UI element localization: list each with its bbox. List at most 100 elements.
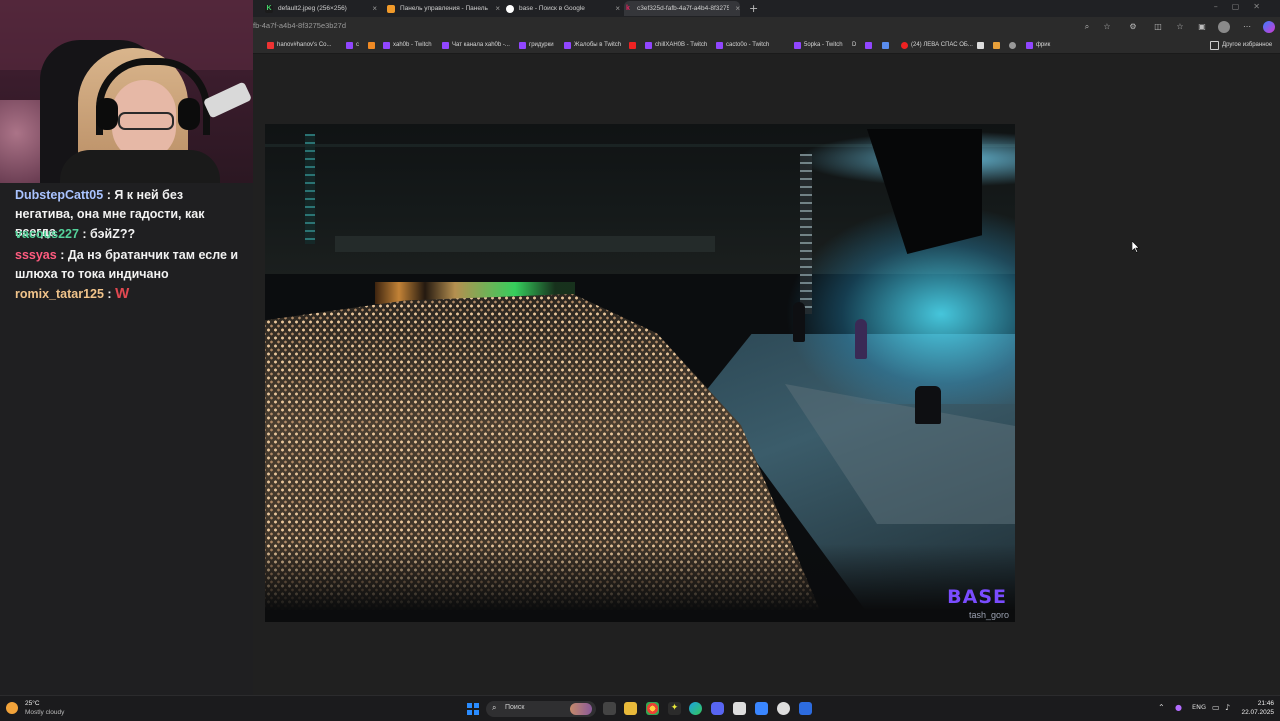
bookmark-item[interactable]	[993, 40, 1003, 50]
bookmark-icon	[716, 41, 723, 49]
volume-icon[interactable]: ♪	[1225, 703, 1230, 712]
profile-avatar[interactable]	[1218, 21, 1230, 33]
copilot-icon[interactable]	[1263, 21, 1275, 33]
orange-page-icon	[387, 4, 395, 13]
start-button-icon[interactable]	[467, 703, 479, 715]
concert-photo[interactable]: BASE tash_goro	[265, 124, 1015, 622]
tab-title: Панель управления - Панель у...	[400, 5, 490, 12]
photo-musician	[793, 302, 805, 342]
mic-icon[interactable]: ●	[1175, 703, 1182, 712]
bookmark-item[interactable]: Жалобы в Twitch	[564, 40, 621, 50]
window-app-icon[interactable]	[799, 702, 812, 715]
bookmark-item[interactable]: cacto0o - Twitch	[716, 40, 769, 50]
bookmark-item[interactable]: с	[346, 40, 359, 50]
url-field[interactable]: fb-4a7f-a4b4-8f3275e3b27d	[253, 21, 346, 30]
bookmark-item[interactable]: chillXAH0B - Twitch	[645, 40, 707, 50]
bookmark-item[interactable]: 5opka - Twitch	[794, 40, 843, 50]
folder-icon	[1210, 40, 1219, 50]
favorite-star-icon[interactable]: ☆	[1101, 21, 1113, 33]
split-screen-icon[interactable]: ◫	[1152, 21, 1164, 33]
windows-taskbar: 25°C Mostly cloudy ⌕ Поиск ✦ ⌃ ● ENG ▭ ♪…	[0, 695, 1280, 721]
page-viewport: BASE tash_goro	[253, 54, 1280, 695]
notepad-icon[interactable]	[733, 702, 746, 715]
weather-desc: Mostly cloudy	[25, 709, 65, 716]
bookmark-item[interactable]: Чат канала xah0b -...	[442, 40, 510, 50]
bookmark-item[interactable]: (24) ЛЕВА СПАС ОБ...	[901, 40, 973, 50]
stream-chat: DubstepCatt05 : Я к ней без негатива, он…	[0, 183, 253, 695]
webcam-headset-cup	[178, 98, 200, 130]
zoom-icon[interactable]: ⌕	[1081, 21, 1093, 33]
bookmark-icon	[1026, 41, 1033, 49]
bookmark-item[interactable]	[629, 40, 639, 50]
bookmark-label: cacto0o - Twitch	[726, 42, 770, 48]
discord-icon[interactable]	[711, 702, 724, 715]
chat-separator: :	[103, 188, 115, 202]
bookmark-item[interactable]: D	[852, 40, 856, 50]
bookmark-icon	[901, 41, 908, 49]
chat-message: romix_tatar125 : W	[15, 285, 243, 304]
chat-username: sssyas	[15, 248, 57, 262]
mouse-cursor-icon	[1132, 241, 1140, 253]
bookmark-item[interactable]	[977, 40, 987, 50]
close-icon[interactable]: ×	[615, 4, 620, 13]
bookmark-icon	[564, 41, 571, 49]
task-view-icon[interactable]	[603, 702, 616, 715]
bookmark-icon	[629, 41, 636, 49]
bookmark-label: с	[356, 42, 359, 48]
bookmark-item[interactable]	[368, 40, 378, 50]
webcam-headset-cup	[96, 98, 118, 130]
bookmark-label: D	[852, 42, 857, 48]
search-highlight-icon	[570, 703, 592, 715]
app-icon[interactable]: ✦	[668, 702, 681, 715]
bookmark-item[interactable]	[1009, 40, 1019, 50]
bookmark-item[interactable]: hanov#hanov's Co...	[267, 40, 332, 50]
weather-sun-icon	[6, 702, 18, 714]
collections-icon[interactable]: ▣	[1196, 21, 1208, 33]
weather-widget[interactable]: 25°C Mostly cloudy	[6, 700, 76, 718]
bookmark-item[interactable]	[865, 40, 875, 50]
clock-time[interactable]: 21:46	[1252, 700, 1274, 707]
favorites-icon[interactable]: ☆	[1174, 21, 1186, 33]
bookmark-label: xah0b - Twitch	[393, 42, 432, 48]
tab-google-search[interactable]: base - Поиск в Google ×	[506, 1, 620, 16]
taskbar-search[interactable]: ⌕ Поиск	[486, 701, 596, 717]
other-bookmarks-label: Другое избранное	[1222, 42, 1273, 48]
bookmark-icon	[1009, 41, 1016, 49]
extensions-icon[interactable]: ⚙	[1127, 21, 1139, 33]
clock-date[interactable]: 22.07.2025	[1238, 709, 1274, 716]
photos-icon[interactable]	[755, 702, 768, 715]
bookmark-item[interactable]: фрик	[1026, 40, 1050, 50]
menu-icon[interactable]: ⋯	[1241, 21, 1253, 33]
tab-control-panel[interactable]: Панель управления - Панель у... ×	[387, 1, 500, 16]
bookmark-item[interactable]: xah0b - Twitch	[383, 40, 432, 50]
other-bookmarks[interactable]: Другое избранное	[1210, 40, 1272, 50]
photo-musician	[855, 319, 867, 359]
bookmark-item[interactable]: гридурки	[519, 40, 554, 50]
edge-icon[interactable]	[689, 702, 702, 715]
window-controls[interactable]: –▢✕	[1214, 2, 1274, 11]
bookmark-label: hanov#hanov's Co...	[277, 42, 332, 48]
tab-current-image[interactable]: k c3ef325d-fafb-4a7f-a4b4-8f3275... ×	[624, 1, 740, 16]
photo-balcony	[335, 236, 715, 252]
network-icon[interactable]: ▭	[1212, 703, 1220, 712]
language-indicator[interactable]: ENG	[1192, 703, 1206, 711]
close-icon[interactable]: ×	[495, 4, 500, 13]
chat-message: vacous227 : бэйZ??	[15, 225, 243, 244]
chevron-up-icon[interactable]: ⌃	[1158, 703, 1165, 712]
tab-default-jpeg[interactable]: K default2.jpeg (256×256) ×	[265, 1, 377, 16]
chrome-icon[interactable]	[646, 702, 659, 715]
bookmark-label: фрик	[1036, 42, 1051, 48]
search-icon: ⌕	[492, 703, 497, 712]
bookmark-label: (24) ЛЕВА СПАС ОБ...	[911, 42, 973, 48]
obs-icon[interactable]	[777, 702, 790, 715]
search-placeholder: Поиск	[505, 704, 525, 711]
bookmark-icon	[346, 41, 353, 49]
bookmark-icon	[993, 41, 1000, 49]
bookmark-item[interactable]	[882, 40, 892, 50]
bookmark-icon	[865, 41, 872, 49]
close-icon[interactable]: ×	[372, 4, 377, 13]
close-icon[interactable]: ×	[735, 4, 740, 13]
browser-window: K default2.jpeg (256×256) × Панель управ…	[253, 0, 1280, 695]
new-tab-button[interactable]: +	[749, 2, 758, 15]
file-explorer-icon[interactable]	[624, 702, 637, 715]
